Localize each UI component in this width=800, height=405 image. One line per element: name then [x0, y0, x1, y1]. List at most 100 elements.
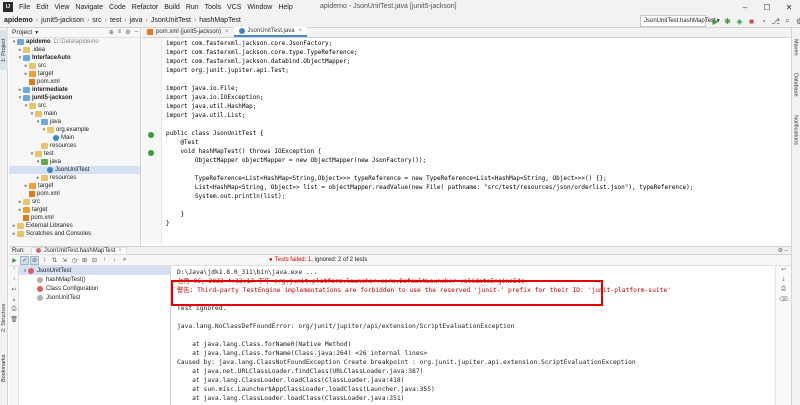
debug-icon[interactable]: ✱ — [722, 16, 733, 27]
scroll-end-icon[interactable]: ⇣ — [776, 276, 791, 286]
project-tree-item[interactable]: ▾ junit5-jackson — [9, 94, 140, 102]
project-tree-item[interactable]: ▸ target — [9, 70, 140, 78]
minimize-icon[interactable]: – — [734, 0, 756, 14]
notifications-tool-tab[interactable]: Notifications — [791, 108, 800, 152]
menu-tools[interactable]: Tools — [202, 4, 224, 11]
project-tree-item[interactable]: ▾ src — [9, 102, 140, 110]
menu-build[interactable]: Build — [161, 4, 183, 11]
project-view-label[interactable]: Project — [12, 29, 32, 36]
test-tree-row[interactable]: hashMapTest() — [19, 275, 170, 284]
show-ignored-icon[interactable]: ⊘ — [30, 255, 39, 265]
next-icon[interactable]: ↓ — [110, 256, 119, 265]
editor-tab-jsonunittest[interactable]: JsonUnitTest.java × — [233, 27, 308, 37]
git-icon[interactable]: ⎇ — [770, 16, 781, 27]
maximize-icon[interactable]: ☐ — [756, 0, 778, 14]
project-tree-item[interactable]: ▸ resources — [9, 174, 140, 182]
menu-run[interactable]: Run — [183, 4, 202, 11]
database-tool-tab[interactable]: Database — [791, 66, 800, 104]
soft-wrap-icon[interactable]: ↩ — [776, 266, 791, 276]
project-tree-item[interactable]: ▸ target — [9, 206, 140, 214]
history-icon[interactable]: ◷ — [70, 256, 79, 265]
run-gutter-icon[interactable] — [148, 132, 154, 138]
test-tree-row[interactable]: JsonUnitTest — [19, 293, 170, 302]
more-icon[interactable]: » — [120, 256, 129, 265]
menu-view[interactable]: View — [51, 4, 72, 11]
menu-edit[interactable]: Edit — [33, 4, 51, 11]
print-icon[interactable]: ⎙ — [776, 286, 791, 296]
editor-gutter[interactable] — [142, 38, 162, 244]
coverage-icon[interactable]: ◈ — [734, 16, 745, 27]
show-passed-icon[interactable]: ✓ — [20, 255, 29, 265]
menu-navigate[interactable]: Navigate — [72, 4, 106, 11]
project-tree-item[interactable]: pom.xml — [9, 78, 140, 86]
project-tree-item[interactable]: ▸ src — [9, 198, 140, 206]
trash-icon[interactable]: 🗑 — [9, 316, 19, 326]
rerun-icon[interactable]: ▶ — [10, 256, 19, 265]
clear-icon[interactable]: ⌫ — [776, 296, 791, 306]
run-tab[interactable]: JsonUnitTest.hashMapTest × — [30, 246, 127, 255]
hide-icon[interactable]: – — [133, 29, 140, 36]
project-tool-tab[interactable]: 1: Project — [0, 30, 8, 70]
collapse-all-icon[interactable]: ⊟ — [90, 256, 99, 265]
code-editor[interactable]: import com.fasterxml.jackson.core.JsonFa… — [142, 38, 791, 244]
bookmarks-tool-tab[interactable]: Bookmarks — [0, 348, 8, 388]
run-configuration-select[interactable]: JsonUnitTest.hashMapTest ▼ — [640, 15, 721, 27]
breadcrumb-src[interactable]: src — [90, 17, 103, 24]
menu-window[interactable]: Window — [244, 4, 275, 11]
project-tree-item[interactable]: ▾ java — [9, 158, 140, 166]
project-tree-item[interactable]: Main — [9, 134, 140, 142]
close-icon[interactable]: × — [225, 29, 229, 35]
gear-icon[interactable]: ⚙ – — [778, 247, 788, 254]
chevron-down-icon[interactable]: ▼ — [34, 30, 39, 36]
project-tree-item[interactable]: ▾ org.example — [9, 126, 140, 134]
breadcrumb-java[interactable]: java — [128, 17, 145, 24]
scroll-to-end-icon[interactable]: ⇣ — [9, 296, 19, 306]
breadcrumb-project[interactable]: apidemo — [0, 17, 35, 24]
profile-icon[interactable]: ◔ — [758, 16, 769, 27]
project-tree-item[interactable]: pom.xml — [9, 214, 140, 222]
print-icon[interactable]: ⎙ — [9, 306, 19, 316]
test-tree-row[interactable]: v JsonUnitTest — [19, 266, 170, 275]
maven-tool-tab[interactable]: Maven — [791, 32, 800, 62]
down-icon[interactable]: ↓ — [9, 276, 19, 286]
breadcrumb-module[interactable]: junit5-jackson — [39, 17, 86, 24]
test-tree-row[interactable]: Class Configuration — [19, 284, 170, 293]
expand-all-icon[interactable]: ⊞ — [80, 256, 89, 265]
project-tree-item[interactable]: JsonUnitTest — [9, 166, 140, 174]
project-tree-item[interactable]: resources — [9, 142, 140, 150]
menu-vcs[interactable]: VCS — [224, 4, 244, 11]
previous-icon[interactable]: ↑ — [100, 256, 109, 265]
project-tree-item[interactable]: ▾ main — [9, 110, 140, 118]
menu-code[interactable]: Code — [106, 4, 129, 11]
project-tree-item[interactable]: ▾ InterfaceAuto — [9, 54, 140, 62]
stop-icon[interactable]: ■ — [746, 16, 757, 27]
up-icon[interactable]: ↑ — [9, 266, 19, 276]
breadcrumb-class[interactable]: JsonUnitTest — [149, 17, 193, 24]
project-tree-item[interactable]: ▾ java — [9, 118, 140, 126]
project-tree-item[interactable]: ▸ intermediate — [9, 86, 140, 94]
close-icon[interactable]: × — [118, 248, 122, 254]
wrap-icon[interactable]: ↩ — [9, 286, 19, 296]
project-tree-item[interactable]: ▸ .idea — [9, 46, 140, 54]
project-tree-item[interactable]: ▸ External Libraries — [9, 222, 140, 230]
project-tree-item[interactable]: ▸ Scratches and Consoles — [9, 230, 140, 238]
menu-file[interactable]: File — [16, 4, 33, 11]
sort-icon[interactable]: ↕ — [40, 256, 49, 265]
project-tree-item[interactable]: ▸ target — [9, 182, 140, 190]
close-icon[interactable]: × — [299, 28, 303, 34]
menu-help[interactable]: Help — [275, 4, 295, 11]
locate-icon[interactable]: ⊕ — [107, 29, 116, 36]
breadcrumb-method[interactable]: hashMapTest — [197, 17, 243, 24]
sort-duration-icon[interactable]: ⇅ — [50, 256, 59, 265]
import-tests-icon[interactable]: ⇲ — [60, 256, 69, 265]
run-gutter-icon[interactable] — [148, 150, 154, 156]
menu-refactor[interactable]: Refactor — [129, 4, 161, 11]
project-tree-item[interactable]: ▸ src — [9, 62, 140, 70]
close-icon[interactable]: ✕ — [778, 0, 800, 14]
project-tree-item[interactable]: ▾ apidemo D:\Data\apidemo — [9, 38, 140, 46]
editor-tab-pom[interactable]: pom.xml (junit5-jackson) × — [142, 27, 234, 37]
gear-icon[interactable]: ⚙ — [123, 29, 132, 36]
search-icon[interactable]: ⌕ — [782, 16, 793, 27]
settings-icon[interactable]: ⚙ — [794, 16, 800, 27]
structure-tool-tab[interactable]: 2: Structure — [0, 298, 8, 338]
